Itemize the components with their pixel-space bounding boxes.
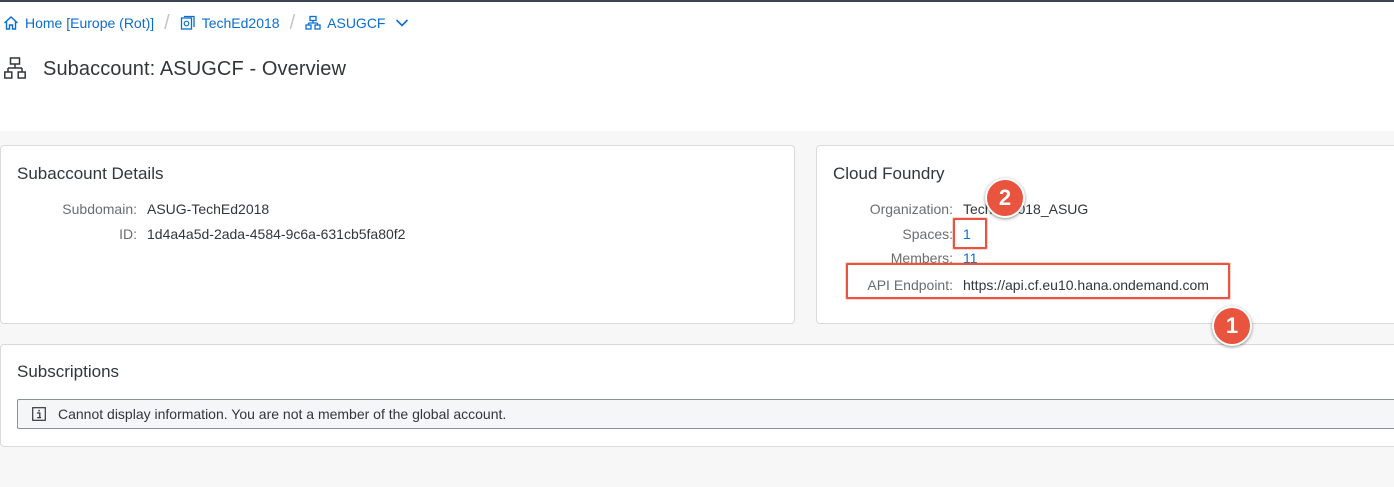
spaces-highlight-box bbox=[953, 218, 987, 249]
subdomain-label: Subdomain: bbox=[62, 201, 137, 217]
info-icon bbox=[32, 407, 46, 421]
subscriptions-title: Subscriptions bbox=[17, 362, 120, 381]
top-border bbox=[0, 0, 1394, 2]
subaccount-details-card: Subaccount Details Subdomain: ASUG-TechE… bbox=[0, 145, 795, 324]
info-message-strip: Cannot display information. You are not … bbox=[17, 399, 1394, 429]
organization-value: TechEd2018_ASUG bbox=[963, 201, 1089, 217]
breadcrumb-subaccount[interactable]: ASUGCF bbox=[305, 15, 409, 31]
subdomain-value: ASUG-TechEd2018 bbox=[147, 201, 270, 217]
breadcrumb-separator: / bbox=[164, 12, 170, 34]
info-message-text: Cannot display information. You are not … bbox=[58, 406, 507, 422]
callout-badge-2: 2 bbox=[985, 178, 1025, 218]
page-header: Subaccount: ASUGCF - Overview bbox=[0, 55, 346, 83]
subscriptions-card: Subscriptions Cannot display information… bbox=[0, 344, 1394, 447]
api-endpoint-highlight-box bbox=[846, 263, 1230, 299]
subaccount-hierarchy-icon bbox=[4, 57, 26, 81]
breadcrumb-global-account-label[interactable]: TechEd2018 bbox=[202, 15, 280, 31]
callout-badge-1: 1 bbox=[1212, 306, 1252, 346]
page-title: Subaccount: ASUGCF - Overview bbox=[43, 57, 347, 80]
breadcrumb-subaccount-label[interactable]: ASUGCF bbox=[327, 15, 385, 31]
id-row: ID: 1d4a4a5d-2ada-4584-9c6a-631cb5fa80f2 bbox=[17, 225, 405, 243]
breadcrumb-separator: / bbox=[289, 12, 296, 34]
breadcrumb-home[interactable]: Home [Europe (Rot)] bbox=[3, 15, 154, 31]
chevron-down-icon[interactable] bbox=[395, 18, 409, 28]
spaces-label: Spaces: bbox=[902, 226, 953, 242]
global-account-icon bbox=[180, 15, 196, 31]
home-icon bbox=[3, 15, 19, 31]
organization-row: Organization: TechEd2018_ASUG bbox=[833, 200, 1089, 218]
subdomain-row: Subdomain: ASUG-TechEd2018 bbox=[17, 200, 269, 218]
organization-label: Organization: bbox=[869, 201, 953, 217]
id-label: ID: bbox=[119, 226, 137, 242]
breadcrumb-home-label[interactable]: Home [Europe (Rot)] bbox=[25, 15, 154, 31]
spaces-row: Spaces: 1 bbox=[833, 225, 970, 243]
id-value: 1d4a4a5d-2ada-4584-9c6a-631cb5fa80f2 bbox=[147, 226, 406, 242]
subaccount-details-title: Subaccount Details bbox=[17, 164, 164, 183]
breadcrumb: Home [Europe (Rot)] / TechEd2018 / ASUGC… bbox=[0, 12, 409, 34]
breadcrumb-global-account[interactable]: TechEd2018 bbox=[180, 15, 280, 31]
subaccount-icon bbox=[305, 15, 321, 31]
cloud-foundry-title: Cloud Foundry bbox=[833, 164, 945, 183]
